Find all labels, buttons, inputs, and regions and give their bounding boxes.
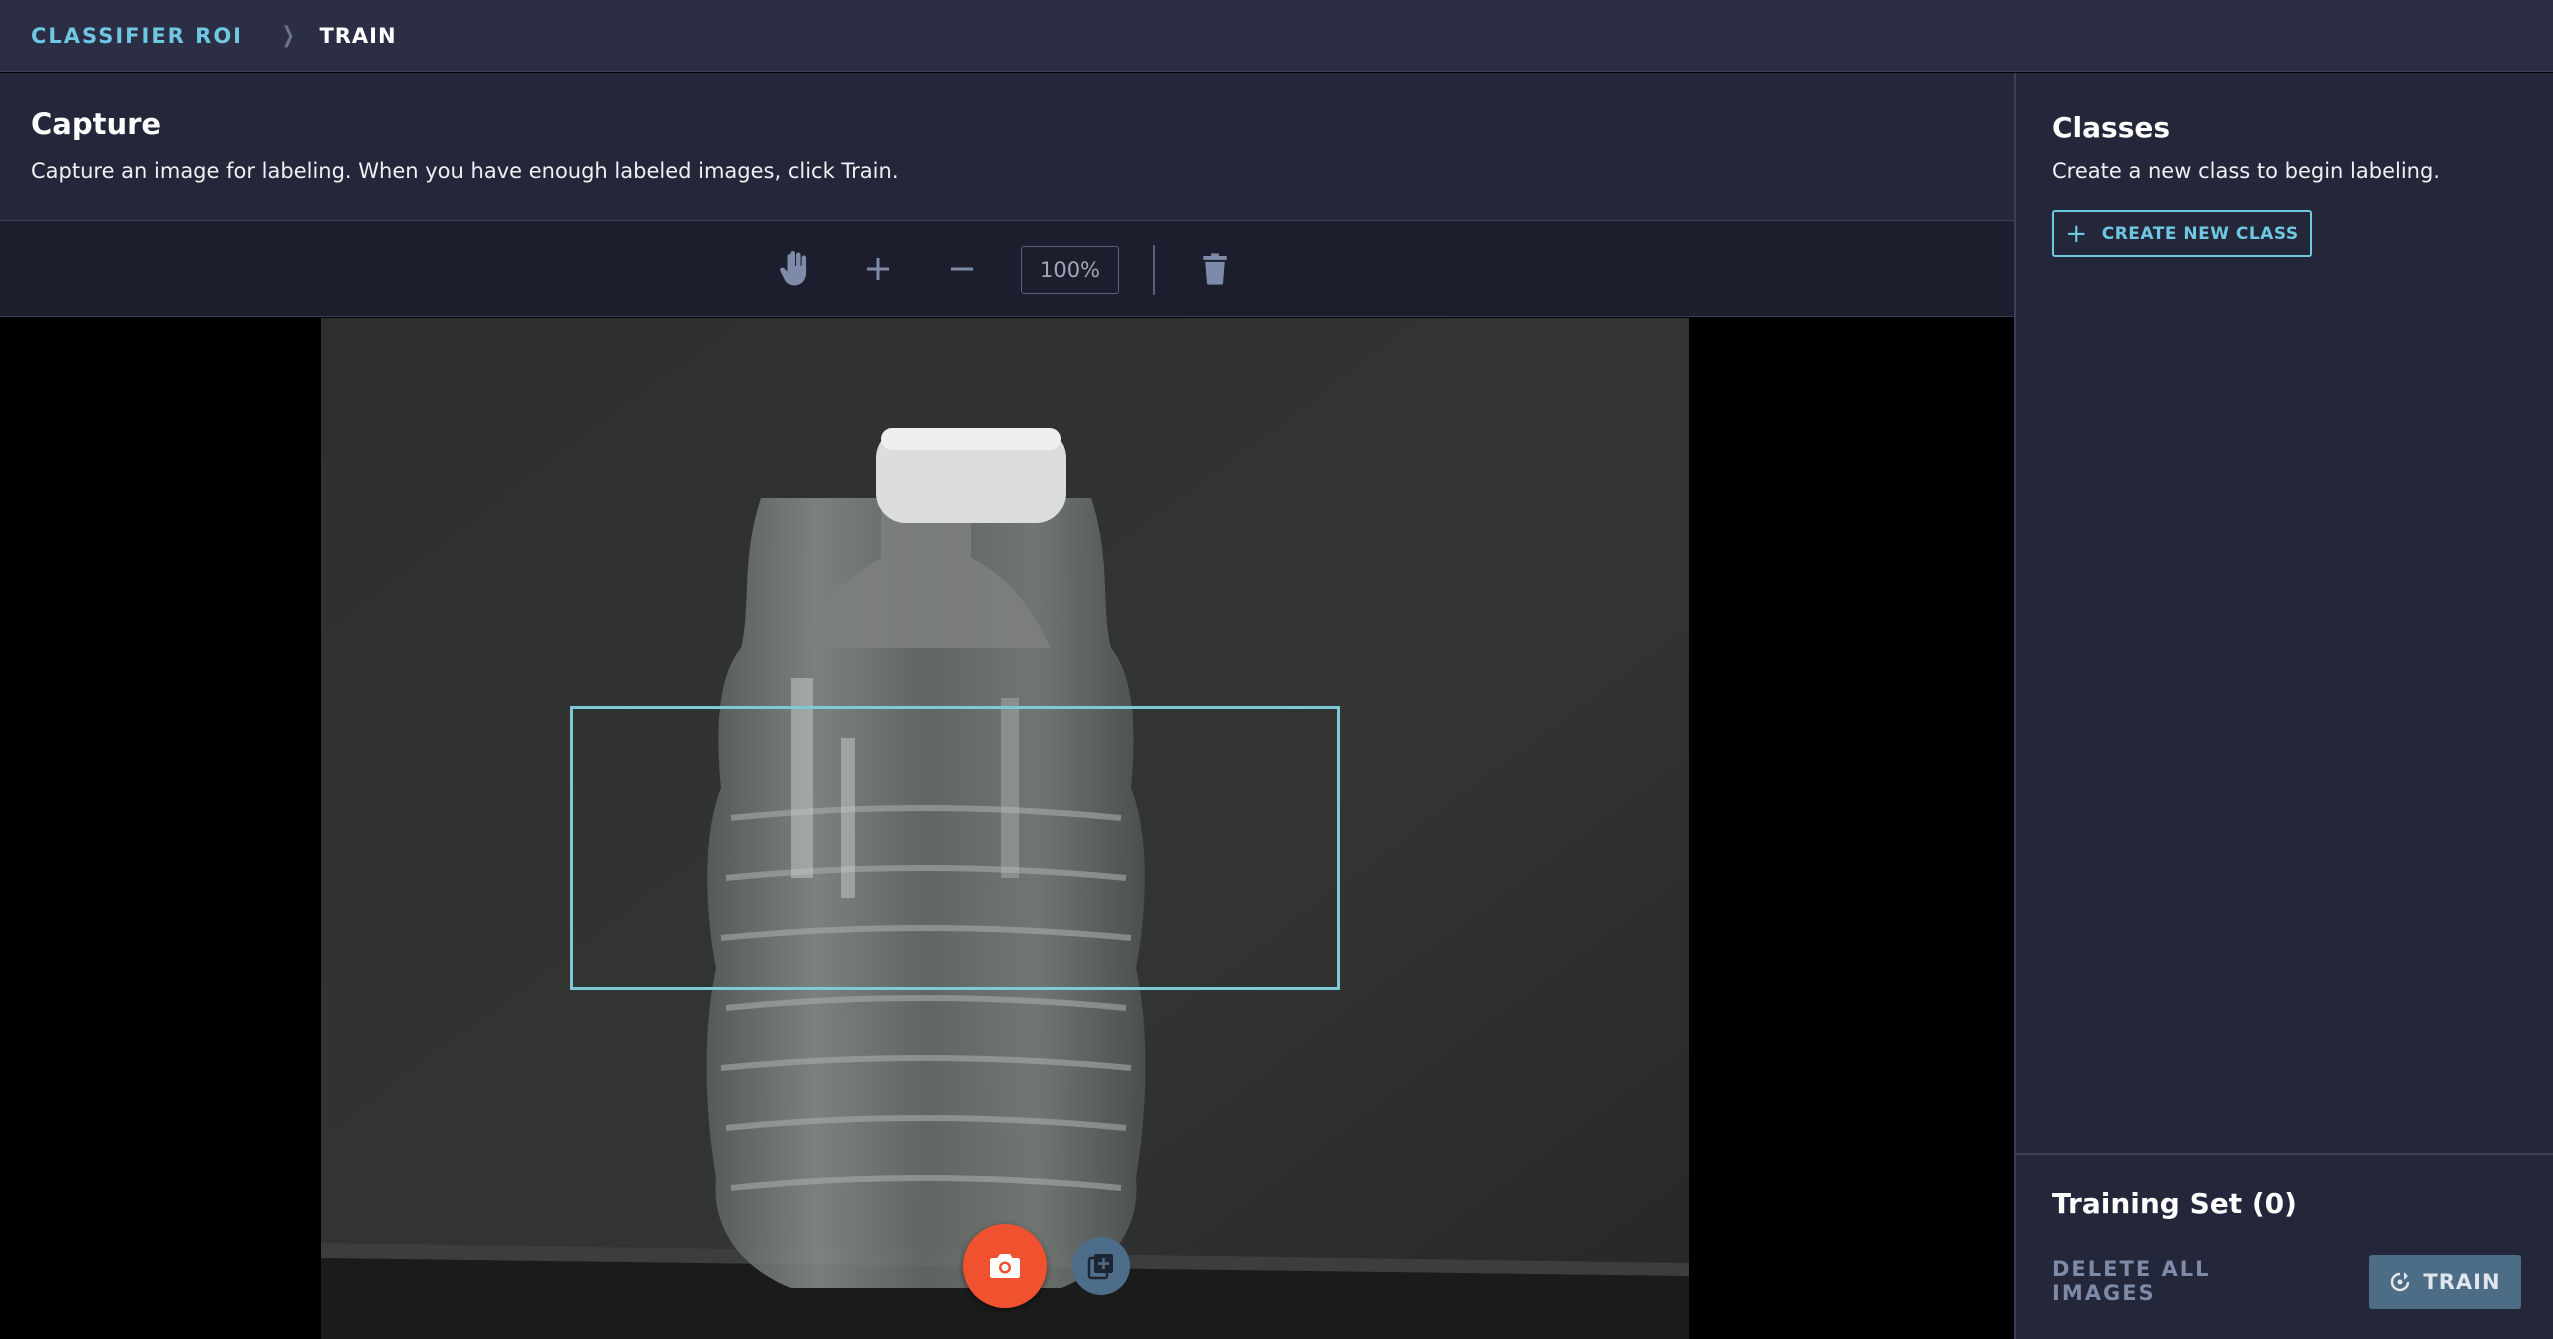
training-set-section: Training Set (0) DELETE ALL IMAGES TRAIN [2016,1153,2553,1339]
create-new-class-button[interactable]: + CREATE NEW CLASS [2052,210,2312,257]
zoom-in-button[interactable] [853,221,903,317]
classes-description: Create a new class to begin labeling. [2052,159,2440,183]
hand-icon [780,251,807,286]
trash-icon [1203,253,1227,285]
train-label: TRAIN [2423,1270,2501,1294]
zoom-out-button[interactable] [937,221,987,317]
train-button[interactable]: TRAIN [2369,1255,2521,1309]
plus-icon [867,258,889,280]
create-new-class-label: CREATE NEW CLASS [2101,223,2299,244]
chevron-right-icon: ❯ [281,23,295,48]
delete-image-button[interactable] [1190,221,1240,317]
capture-image-button[interactable] [963,1224,1047,1308]
add-image-button[interactable] [1072,1237,1130,1295]
image-viewer[interactable] [0,318,2014,1339]
toolbar-divider [1153,245,1155,295]
breadcrumb-current: TRAIN [319,23,397,48]
training-set-title: Training Set (0) [2052,1187,2297,1220]
add-image-icon [1087,1254,1113,1280]
classes-panel: Classes Create a new class to begin labe… [2014,73,2553,1339]
capture-description: Capture an image for labeling. When you … [31,159,899,183]
roi-selection-box[interactable] [570,706,1340,990]
zoom-level-input[interactable]: 100% [1021,246,1119,294]
breadcrumb-root-link[interactable]: CLASSIFIER ROI [31,24,243,48]
pan-button[interactable] [770,221,820,317]
capture-title: Capture [31,107,162,141]
delete-all-images-button[interactable]: DELETE ALL IMAGES [2052,1255,2310,1307]
minus-icon [951,267,973,271]
top-bar: CLASSIFIER ROI ❯ TRAIN [0,0,2553,72]
plus-icon: + [2065,218,2088,249]
capture-header: Capture Capture an image for labeling. W… [0,73,2014,221]
viewer-toolbar: 100% [0,221,2014,317]
classes-title: Classes [2052,111,2171,144]
train-icon [2391,1272,2410,1292]
camera-icon [990,1254,1020,1278]
